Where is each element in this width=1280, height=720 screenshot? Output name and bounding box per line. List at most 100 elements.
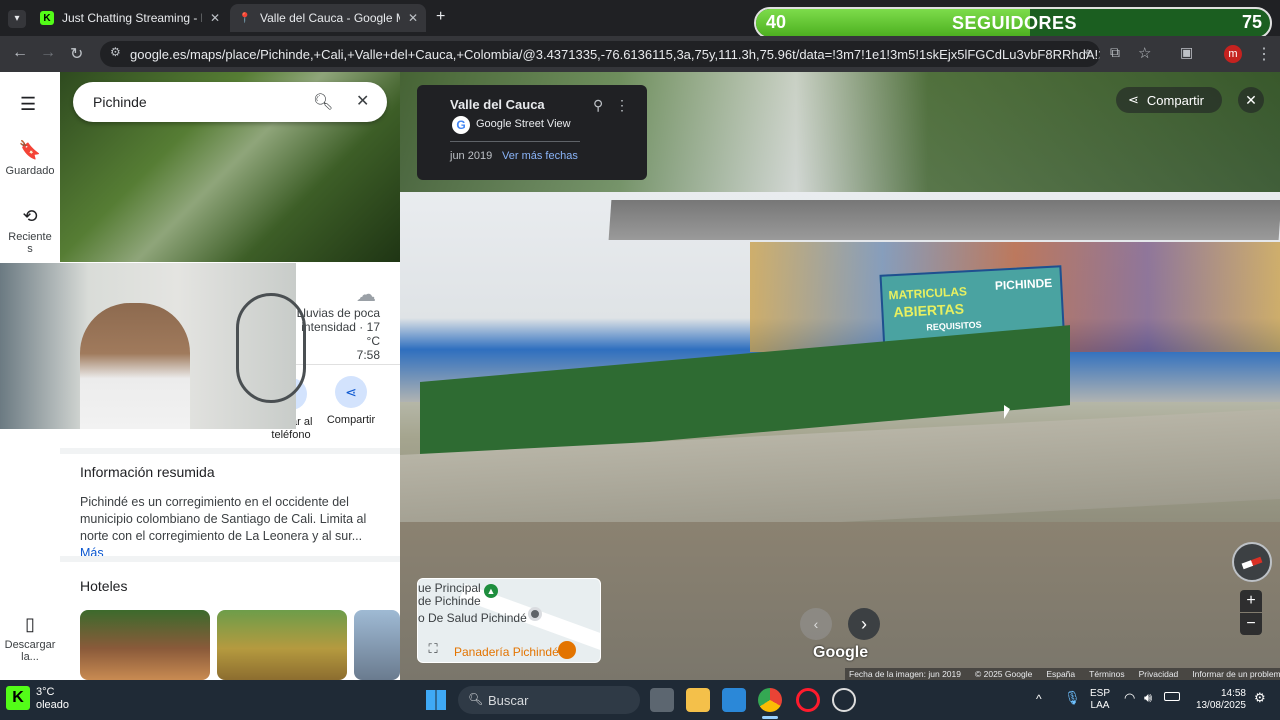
streamer-webcam [0, 263, 306, 429]
app-icon[interactable] [832, 688, 856, 712]
panel-divider [296, 364, 400, 365]
weather-time: 7:58 [356, 348, 380, 362]
summary-text: Pichindé es un corregimiento en el occid… [80, 494, 380, 562]
back-icon[interactable]: ← [12, 44, 28, 62]
lang-secondary: LAA [1090, 700, 1110, 711]
weather-info: Lluvias de poca intensidad · 17 °C 7:58 [296, 306, 380, 362]
tab-search-icon[interactable]: ▾ [8, 10, 26, 28]
wifi-icon[interactable]: ◠ [1124, 690, 1135, 706]
compass-icon[interactable] [1232, 542, 1272, 582]
clock-date: 13/08/2025 [1195, 700, 1246, 711]
zoom-in-button[interactable]: + [1240, 590, 1262, 612]
minimap-label: o De Salud Pichindé [418, 611, 527, 625]
site-info-icon[interactable]: ⚙ [110, 45, 121, 59]
install-icon[interactable]: ⧉ [1110, 44, 1120, 61]
sv-share-button[interactable]: ⋖ Compartir [1116, 87, 1222, 113]
sv-share-label: Compartir [1146, 92, 1204, 108]
banner-name: PICHINDE [994, 275, 1053, 293]
taskbar-search-label: Buscar [488, 692, 529, 708]
follower-goal-bar: 40 SEGUIDORES 75 [754, 7, 1272, 39]
footer-report[interactable]: Informar de un problema [1192, 669, 1280, 679]
search-icon: 🔍︎ [468, 692, 484, 706]
weather-cloud-icon: ☁ [356, 284, 376, 306]
hotel-photo[interactable] [217, 610, 347, 680]
chrome-icon[interactable] [758, 688, 782, 712]
summary-heading: Información resumida [80, 464, 215, 480]
tab-title: Just Chatting Streaming - Live [62, 11, 202, 25]
phone-icon: ▯ [25, 614, 35, 634]
sv-more-dates-link[interactable]: Ver más fechas [502, 150, 578, 162]
tab-maps[interactable]: 📍 Valle del Cauca - Google Maps ✕ [230, 4, 426, 32]
taskbar-clock[interactable]: 14:58 13/08/2025 [1190, 688, 1246, 712]
sv-close-button[interactable]: ✕ [1238, 87, 1264, 113]
rail-saved-label: Guardado [5, 165, 55, 177]
follower-count: 40 [766, 12, 787, 32]
close-icon[interactable]: ✕ [356, 91, 369, 111]
search-icon[interactable]: 🔍︎ [313, 92, 333, 112]
weather-desc: oleado [36, 699, 70, 711]
mini-map[interactable]: ue Principal de Pichinde o De Salud Pich… [417, 578, 601, 663]
microphone-icon[interactable]: 🎙︎ [1064, 690, 1081, 706]
summary-body: Pichindé es un corregimiento en el occid… [80, 495, 367, 543]
more-vert-icon[interactable]: ⋮ [615, 97, 629, 114]
rail-saved[interactable]: 🔖 Guardado [0, 140, 60, 177]
sv-prev-button[interactable]: ‹ [800, 608, 832, 640]
search-input[interactable]: Pichinde 🔍︎ ✕ [73, 82, 387, 122]
file-explorer-icon[interactable] [686, 688, 710, 712]
bakery-pin-icon [558, 641, 576, 659]
rail-download-label: Descargar la... [4, 639, 56, 663]
opera-icon[interactable] [796, 688, 820, 712]
minimap-label: Panadería Pichindé [454, 645, 559, 659]
zoom-out-button[interactable]: − [1240, 613, 1262, 635]
expand-map-icon[interactable]: ⛶ [424, 641, 442, 659]
address-bar[interactable]: ⚙ google.es/maps/place/Pichinde,+Cali,+V… [100, 41, 1100, 67]
banner-sub: REQUISITOS [926, 319, 982, 333]
reload-icon[interactable]: ↻ [70, 44, 83, 64]
hamburger-menu-icon[interactable]: ☰ [20, 94, 36, 115]
footer-region[interactable]: España [1046, 669, 1075, 679]
store-icon[interactable] [722, 688, 746, 712]
location-pin-icon[interactable]: ⚲ [593, 97, 603, 114]
extensions-icon[interactable]: ▣ [1180, 44, 1193, 61]
share-icon: ⋖ [1128, 92, 1139, 107]
new-tab-icon[interactable]: + [436, 8, 445, 26]
map-footer: Fecha de la imagen: jun 2019 © 2025 Goog… [845, 668, 1280, 680]
bookmark-star-icon[interactable]: ☆ [1138, 44, 1151, 62]
profile-avatar[interactable]: m [1224, 45, 1242, 63]
panel-divider [60, 448, 400, 454]
task-view-icon[interactable] [650, 688, 674, 712]
volume-icon[interactable]: 🔊︎ [1144, 690, 1152, 706]
taskbar-search[interactable]: 🔍︎ Buscar [458, 686, 640, 714]
location-icon[interactable]: ⌖ [1084, 44, 1092, 61]
tab-title: Valle del Cauca - Google Maps [260, 11, 400, 25]
sv-position-marker [528, 607, 542, 621]
roof [608, 200, 1280, 240]
rail-recents[interactable]: ⟲ Recientes [0, 206, 60, 255]
close-icon[interactable]: ✕ [210, 11, 220, 25]
hotel-photo[interactable] [80, 610, 210, 680]
share-button[interactable]: ⋖ Compartir [322, 376, 380, 426]
sv-date: jun 2019 [450, 150, 493, 162]
google-logo: Google [813, 644, 869, 661]
forward-icon[interactable]: → [40, 44, 56, 62]
taskbar-weather[interactable]: 3°C oleado [36, 686, 69, 712]
sv-next-button[interactable]: › [848, 608, 880, 640]
menu-dots-icon[interactable]: ⋮ [1256, 44, 1272, 64]
footer-privacy[interactable]: Privacidad [1139, 669, 1179, 679]
close-icon[interactable]: ✕ [408, 11, 418, 25]
kick-overlay-logo: K [6, 686, 30, 710]
rail-download[interactable]: ▯ Descargar la... [0, 614, 60, 663]
notification-icon[interactable]: ⚙ [1254, 690, 1266, 706]
minimap-label: de Pichinde [418, 594, 481, 608]
tray-chevron-icon[interactable]: ^ [1036, 692, 1042, 706]
footer-terms[interactable]: Términos [1089, 669, 1124, 679]
street-view-info-card: Valle del Cauca G Google Street View ⚲ ⋮… [417, 85, 647, 180]
clock-time: 14:58 [1220, 688, 1246, 699]
chrome-active-indicator [762, 716, 778, 719]
hotel-photo[interactable] [354, 610, 400, 680]
rail-recents-label: Recientes [8, 231, 52, 255]
language-indicator[interactable]: ESP LAA [1090, 688, 1110, 712]
windows-start-icon[interactable] [426, 690, 446, 710]
tab-kick[interactable]: K Just Chatting Streaming - Live ✕ [32, 4, 228, 32]
battery-icon[interactable] [1164, 692, 1180, 701]
